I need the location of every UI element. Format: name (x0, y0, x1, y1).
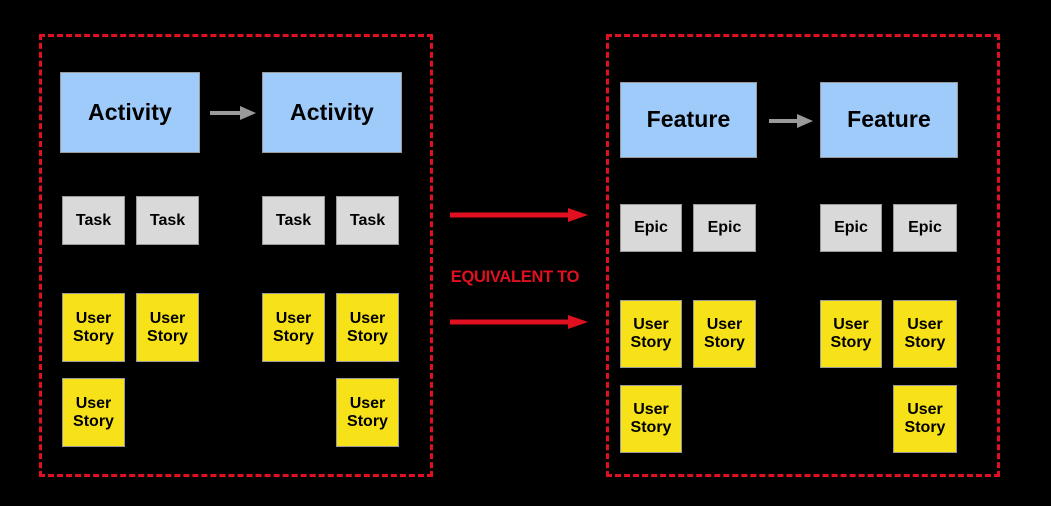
epic-box-3-label: Epic (834, 219, 868, 237)
task-box-4[interactable]: Task (336, 196, 399, 245)
activity-box-1-label: Activity (88, 98, 172, 125)
left-user-story-box-3[interactable]: User Story (262, 293, 325, 362)
right-user-story-box-6[interactable]: User Story (893, 385, 957, 453)
epic-box-4[interactable]: Epic (893, 204, 957, 252)
left-user-story-box-6-label: User Story (347, 394, 388, 430)
left-user-story-box-5-label: User Story (73, 394, 114, 430)
left-user-story-box-4[interactable]: User Story (336, 293, 399, 362)
story-to-story-arrow-icon (450, 314, 588, 330)
feature-box-2[interactable]: Feature (820, 82, 958, 158)
activity-box-2[interactable]: Activity (262, 72, 402, 153)
task-box-3[interactable]: Task (262, 196, 325, 245)
equivalent-to-caption: EQUIVALENT TO (450, 268, 580, 286)
right-user-story-box-4-label: User Story (904, 316, 946, 351)
right-user-story-box-3[interactable]: User Story (820, 300, 882, 368)
right-user-story-box-4[interactable]: User Story (893, 300, 957, 368)
left-user-story-box-2[interactable]: User Story (136, 293, 199, 362)
activity-box-2-label: Activity (290, 98, 374, 125)
task-box-1[interactable]: Task (62, 196, 125, 245)
right-user-story-box-5-label: User Story (630, 401, 672, 436)
left-user-story-box-1[interactable]: User Story (62, 293, 125, 362)
task-box-4-label: Task (349, 211, 386, 229)
activity-box-1[interactable]: Activity (60, 72, 200, 153)
task-box-3-label: Task (275, 211, 312, 229)
left-user-story-box-2-label: User Story (147, 309, 188, 345)
epic-box-1[interactable]: Epic (620, 204, 682, 252)
right-user-story-box-5[interactable]: User Story (620, 385, 682, 453)
feature-box-1[interactable]: Feature (620, 82, 757, 158)
epic-box-3[interactable]: Epic (820, 204, 882, 252)
left-user-story-box-5[interactable]: User Story (62, 378, 125, 447)
epic-box-4-label: Epic (908, 219, 942, 237)
right-user-story-box-1-label: User Story (630, 316, 672, 351)
task-box-2[interactable]: Task (136, 196, 199, 245)
left-user-story-box-3-label: User Story (273, 309, 314, 345)
left-user-story-box-6[interactable]: User Story (336, 378, 399, 447)
task-box-1-label: Task (75, 211, 112, 229)
epic-box-2-label: Epic (707, 219, 742, 237)
diagram-canvas: Activity Activity Task Task Task Task Us… (0, 0, 1051, 506)
left-user-story-box-4-label: User Story (347, 309, 388, 345)
activity-flow-arrow-icon (210, 104, 256, 122)
left-user-story-box-1-label: User Story (73, 309, 114, 345)
task-box-2-label: Task (149, 211, 186, 229)
right-user-story-box-3-label: User Story (830, 316, 872, 351)
epic-box-1-label: Epic (634, 219, 668, 237)
feature-box-2-label: Feature (847, 106, 931, 133)
right-user-story-box-2-label: User Story (704, 316, 745, 351)
epic-box-2[interactable]: Epic (693, 204, 756, 252)
right-user-story-box-6-label: User Story (904, 401, 946, 436)
feature-flow-arrow-icon (769, 112, 813, 130)
right-user-story-box-2[interactable]: User Story (693, 300, 756, 368)
right-user-story-box-1[interactable]: User Story (620, 300, 682, 368)
task-to-epic-arrow-icon (450, 207, 588, 223)
feature-box-1-label: Feature (646, 106, 731, 133)
